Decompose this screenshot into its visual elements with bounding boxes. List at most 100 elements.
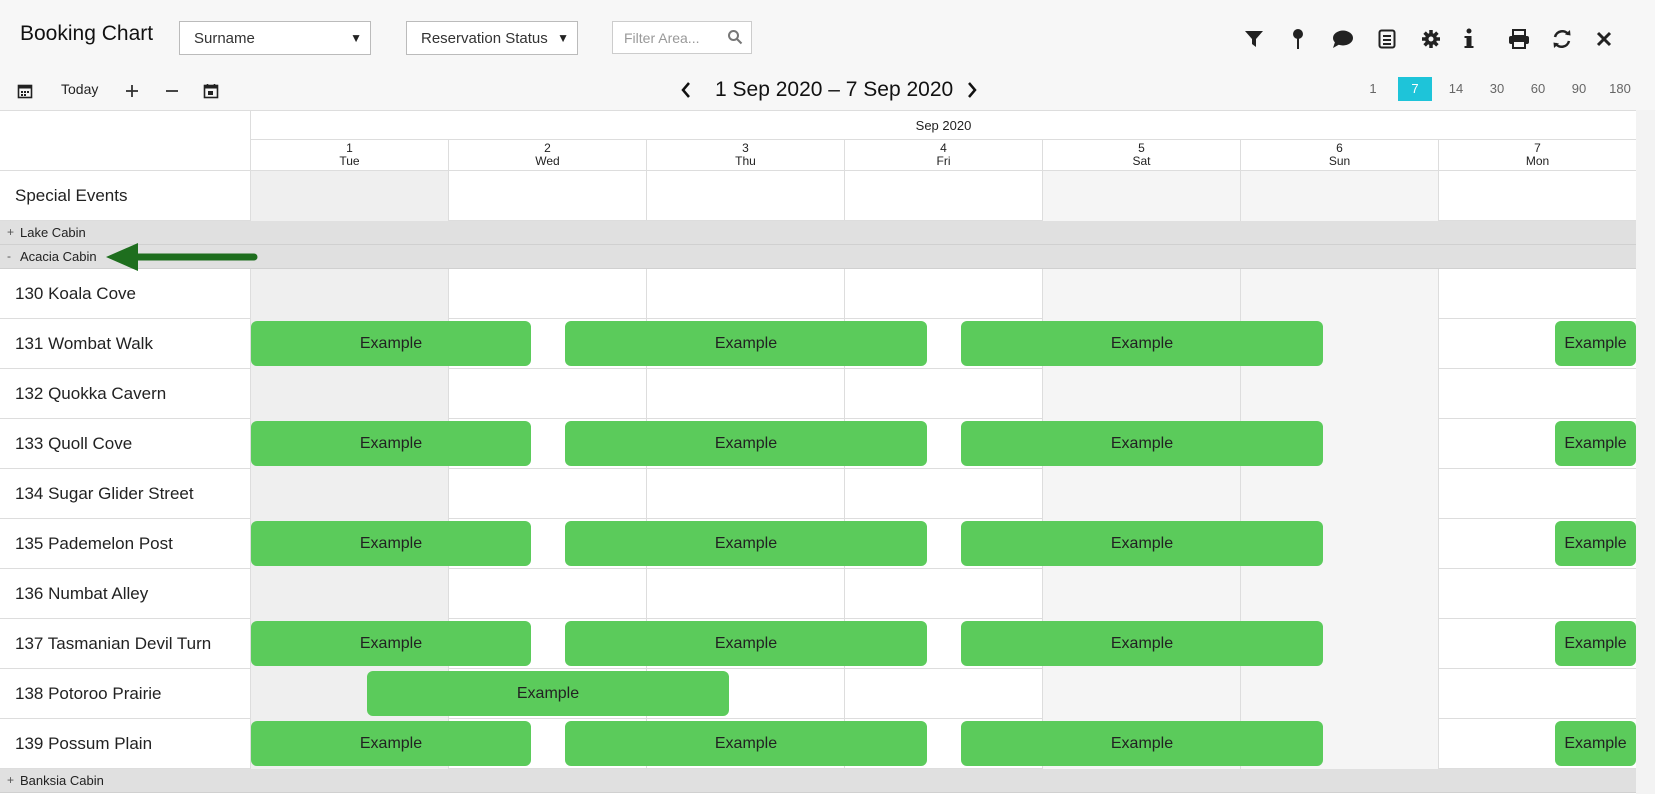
booking-block[interactable]: Example — [961, 521, 1323, 566]
day-cell[interactable] — [1240, 369, 1438, 419]
day-cell[interactable] — [844, 269, 1042, 319]
booking-block[interactable]: Example — [251, 721, 531, 766]
room-label[interactable]: 131 Wombat Walk — [15, 334, 153, 354]
day-cell[interactable] — [448, 469, 646, 519]
booking-block[interactable]: Example — [565, 721, 927, 766]
booking-block[interactable]: Example — [565, 421, 927, 466]
booking-block[interactable]: Example — [961, 421, 1323, 466]
minus-icon[interactable] — [161, 80, 183, 102]
day-cell[interactable] — [844, 569, 1042, 619]
day-cell[interactable] — [250, 469, 448, 519]
day-cell[interactable] — [1438, 269, 1636, 319]
room-label[interactable]: 137 Tasmanian Devil Turn — [15, 634, 211, 654]
sort-select[interactable]: Surname ▼ — [179, 21, 371, 55]
gear-icon[interactable] — [1418, 26, 1444, 52]
booking-block[interactable]: Example — [1555, 521, 1636, 566]
day-cell[interactable] — [844, 171, 1042, 221]
booking-block[interactable]: Example — [251, 321, 531, 366]
day-cell[interactable] — [1438, 171, 1636, 221]
span-button-180[interactable]: 180 — [1603, 77, 1637, 101]
booking-block[interactable]: Example — [251, 621, 531, 666]
collapse-toggle[interactable]: - — [7, 249, 11, 263]
room-label[interactable]: 136 Numbat Alley — [15, 584, 148, 604]
booking-block[interactable]: Example — [565, 521, 927, 566]
report-icon[interactable] — [1374, 26, 1400, 52]
span-button-1[interactable]: 1 — [1356, 77, 1390, 101]
day-cell[interactable] — [1438, 569, 1636, 619]
day-cell[interactable] — [1042, 269, 1240, 319]
span-button-60[interactable]: 60 — [1521, 77, 1555, 101]
day-cell[interactable] — [448, 369, 646, 419]
room-label[interactable]: 130 Koala Cove — [15, 284, 136, 304]
booking-block[interactable]: Example — [961, 321, 1323, 366]
group-row-banksia-cabin[interactable]: + Banksia Cabin — [0, 769, 1636, 793]
day-cell[interactable] — [1042, 171, 1240, 221]
day-cell[interactable] — [1042, 469, 1240, 519]
day-cell[interactable] — [646, 171, 844, 221]
day-cell[interactable] — [1240, 469, 1438, 519]
filter-area-input[interactable]: Filter Area... — [612, 21, 752, 54]
room-label[interactable]: 135 Pademelon Post — [15, 534, 173, 554]
vertical-scrollbar[interactable] — [1636, 110, 1655, 794]
day-cell[interactable] — [646, 469, 844, 519]
plus-icon[interactable] — [121, 80, 143, 102]
span-button-7[interactable]: 7 — [1398, 77, 1432, 101]
room-label[interactable]: 138 Potoroo Prairie — [15, 684, 161, 704]
booking-block[interactable]: Example — [961, 721, 1323, 766]
day-cell[interactable] — [1042, 669, 1240, 719]
booking-block[interactable]: Example — [251, 421, 531, 466]
day-cell[interactable] — [844, 369, 1042, 419]
day-cell[interactable] — [646, 569, 844, 619]
info-icon[interactable] — [1456, 26, 1482, 52]
booking-block[interactable]: Example — [961, 621, 1323, 666]
span-button-14[interactable]: 14 — [1439, 77, 1473, 101]
status-select[interactable]: Reservation Status ▼ — [406, 21, 578, 55]
day-cell[interactable] — [646, 369, 844, 419]
today-button[interactable]: Today — [61, 81, 98, 97]
day-cell[interactable] — [250, 269, 448, 319]
booking-block[interactable]: Example — [1555, 621, 1636, 666]
booking-block[interactable]: Example — [1555, 721, 1636, 766]
day-cell[interactable] — [1240, 569, 1438, 619]
close-icon[interactable] — [1591, 26, 1617, 52]
day-cell[interactable] — [1240, 669, 1438, 719]
day-cell[interactable] — [1438, 469, 1636, 519]
day-cell[interactable] — [448, 569, 646, 619]
day-cell[interactable] — [1438, 369, 1636, 419]
booking-block[interactable]: Example — [251, 521, 531, 566]
expand-toggle[interactable]: + — [7, 225, 14, 239]
calendar-day-icon[interactable] — [200, 80, 222, 102]
day-cell[interactable] — [646, 269, 844, 319]
day-cell[interactable] — [250, 171, 448, 221]
next-range-button[interactable] — [966, 81, 978, 105]
day-cell[interactable] — [1240, 171, 1438, 221]
booking-block[interactable]: Example — [565, 321, 927, 366]
day-cell[interactable] — [250, 569, 448, 619]
expand-toggle[interactable]: + — [7, 773, 14, 787]
room-label[interactable]: 134 Sugar Glider Street — [15, 484, 194, 504]
booking-block[interactable]: Example — [565, 621, 927, 666]
filter-icon[interactable] — [1241, 26, 1267, 52]
refresh-icon[interactable] — [1549, 26, 1575, 52]
day-cell[interactable] — [844, 469, 1042, 519]
comment-icon[interactable] — [1330, 26, 1356, 52]
calendar-icon[interactable] — [14, 80, 36, 102]
span-button-90[interactable]: 90 — [1562, 77, 1596, 101]
day-cell[interactable] — [844, 669, 1042, 719]
previous-range-button[interactable] — [680, 81, 692, 105]
span-button-30[interactable]: 30 — [1480, 77, 1514, 101]
booking-block[interactable]: Example — [1555, 321, 1636, 366]
room-label[interactable]: 132 Quokka Cavern — [15, 384, 166, 404]
print-icon[interactable] — [1506, 26, 1532, 52]
day-cell[interactable] — [448, 171, 646, 221]
day-cell[interactable] — [1438, 669, 1636, 719]
day-cell[interactable] — [250, 369, 448, 419]
day-cell[interactable] — [1042, 569, 1240, 619]
booking-block[interactable]: Example — [367, 671, 729, 716]
booking-block[interactable]: Example — [1555, 421, 1636, 466]
pin-icon[interactable] — [1285, 26, 1311, 52]
room-label[interactable]: 139 Possum Plain — [15, 734, 152, 754]
room-label[interactable]: 133 Quoll Cove — [15, 434, 132, 454]
day-cell[interactable] — [448, 269, 646, 319]
day-cell[interactable] — [1042, 369, 1240, 419]
